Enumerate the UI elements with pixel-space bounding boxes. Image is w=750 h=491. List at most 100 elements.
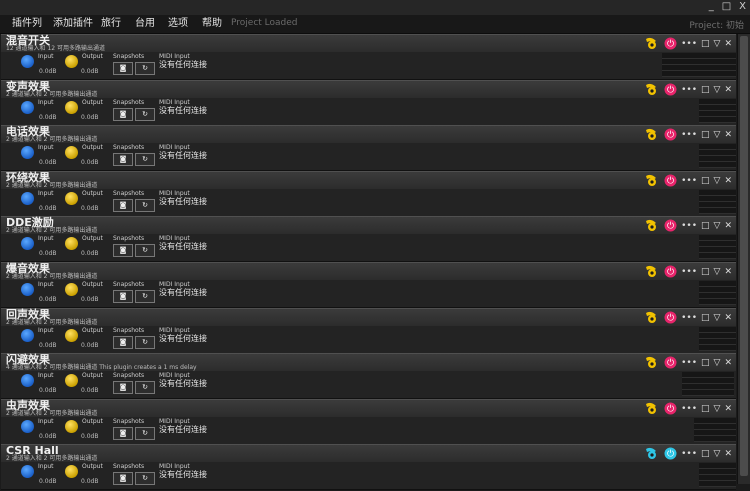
snapshot-camera-button[interactable]: ◙ — [113, 108, 133, 121]
plugin-edit-icon[interactable] — [645, 311, 660, 324]
more-button[interactable]: ••• — [681, 313, 697, 323]
snapshot-recall-button[interactable]: ↻ — [135, 199, 155, 212]
collapse-button[interactable]: ▽ — [714, 404, 721, 414]
more-button[interactable]: ••• — [681, 176, 697, 186]
window-button[interactable]: □ — [701, 404, 710, 414]
window-button[interactable]: □ — [701, 313, 710, 323]
remove-plugin-button[interactable]: ✕ — [724, 358, 732, 368]
snapshot-camera-button[interactable]: ◙ — [113, 153, 133, 166]
snapshot-recall-button[interactable]: ↻ — [135, 336, 155, 349]
more-button[interactable]: ••• — [681, 39, 697, 49]
menu-options[interactable]: 选项 — [168, 18, 188, 30]
remove-plugin-button[interactable]: ✕ — [724, 130, 732, 140]
plugin-edit-icon[interactable] — [645, 174, 660, 187]
power-icon[interactable]: ⏻ — [664, 219, 677, 232]
snapshot-camera-button[interactable]: ◙ — [113, 290, 133, 303]
output-gain-knob[interactable] — [65, 101, 78, 114]
window-button[interactable]: □ — [701, 267, 710, 277]
snapshot-camera-button[interactable]: ◙ — [113, 62, 133, 75]
power-icon[interactable]: ⏻ — [664, 311, 677, 324]
snapshot-camera-button[interactable]: ◙ — [113, 244, 133, 257]
plugin-edit-icon[interactable] — [645, 356, 660, 369]
collapse-button[interactable]: ▽ — [714, 85, 721, 95]
output-gain-knob[interactable] — [65, 283, 78, 296]
output-gain-knob[interactable] — [65, 192, 78, 205]
power-icon[interactable]: ⏻ — [664, 447, 677, 460]
collapse-button[interactable]: ▽ — [714, 130, 721, 140]
input-gain-knob[interactable] — [21, 374, 34, 387]
more-button[interactable]: ••• — [681, 221, 697, 231]
plugin-edit-icon[interactable] — [645, 83, 660, 96]
snapshot-recall-button[interactable]: ↻ — [135, 62, 155, 75]
snapshot-recall-button[interactable]: ↻ — [135, 153, 155, 166]
output-gain-knob[interactable] — [65, 465, 78, 478]
output-gain-knob[interactable] — [65, 237, 78, 250]
snapshot-recall-button[interactable]: ↻ — [135, 108, 155, 121]
input-gain-knob[interactable] — [21, 329, 34, 342]
more-button[interactable]: ••• — [681, 449, 697, 459]
power-icon[interactable]: ⏻ — [664, 37, 677, 50]
snapshot-recall-button[interactable]: ↻ — [135, 290, 155, 303]
more-button[interactable]: ••• — [681, 130, 697, 140]
collapse-button[interactable]: ▽ — [714, 221, 721, 231]
input-gain-knob[interactable] — [21, 146, 34, 159]
snapshot-camera-button[interactable]: ◙ — [113, 336, 133, 349]
menu-add-plugin[interactable]: 添加插件 — [53, 18, 93, 30]
plugin-edit-icon[interactable] — [645, 402, 660, 415]
power-icon[interactable]: ⏻ — [664, 83, 677, 96]
snapshot-recall-button[interactable]: ↻ — [135, 472, 155, 485]
input-gain-knob[interactable] — [21, 192, 34, 205]
plugin-edit-icon[interactable] — [645, 37, 660, 50]
output-gain-knob[interactable] — [65, 374, 78, 387]
plugin-edit-icon[interactable] — [645, 265, 660, 278]
snapshot-camera-button[interactable]: ◙ — [113, 199, 133, 212]
input-gain-knob[interactable] — [21, 283, 34, 296]
remove-plugin-button[interactable]: ✕ — [724, 404, 732, 414]
plugin-edit-icon[interactable] — [645, 219, 660, 232]
menu-plugin-list[interactable]: 插件列 — [12, 18, 42, 30]
window-button[interactable]: □ — [701, 176, 710, 186]
window-button[interactable]: □ — [701, 358, 710, 368]
more-button[interactable]: ••• — [681, 267, 697, 277]
output-gain-knob[interactable] — [65, 420, 78, 433]
collapse-button[interactable]: ▽ — [714, 267, 721, 277]
collapse-button[interactable]: ▽ — [714, 176, 721, 186]
power-icon[interactable]: ⏻ — [664, 174, 677, 187]
output-gain-knob[interactable] — [65, 55, 78, 68]
minimize-button[interactable]: _ — [709, 1, 714, 13]
window-button[interactable]: □ — [701, 449, 710, 459]
output-gain-knob[interactable] — [65, 329, 78, 342]
menu-platform[interactable]: 台用 — [135, 18, 155, 30]
remove-plugin-button[interactable]: ✕ — [724, 313, 732, 323]
collapse-button[interactable]: ▽ — [714, 313, 721, 323]
remove-plugin-button[interactable]: ✕ — [724, 39, 732, 49]
window-button[interactable]: □ — [701, 221, 710, 231]
scroll-thumb[interactable] — [740, 36, 748, 476]
power-icon[interactable]: ⏻ — [664, 265, 677, 278]
remove-plugin-button[interactable]: ✕ — [724, 267, 732, 277]
window-button[interactable]: □ — [701, 85, 710, 95]
snapshot-camera-button[interactable]: ◙ — [113, 472, 133, 485]
input-gain-knob[interactable] — [21, 101, 34, 114]
rack-scrollbar[interactable] — [737, 34, 750, 484]
power-icon[interactable]: ⏻ — [664, 356, 677, 369]
maximize-button[interactable]: □ — [722, 1, 731, 13]
input-gain-knob[interactable] — [21, 237, 34, 250]
remove-plugin-button[interactable]: ✕ — [724, 449, 732, 459]
window-button[interactable]: □ — [701, 39, 710, 49]
power-icon[interactable]: ⏻ — [664, 128, 677, 141]
output-gain-knob[interactable] — [65, 146, 78, 159]
collapse-button[interactable]: ▽ — [714, 39, 721, 49]
snapshot-camera-button[interactable]: ◙ — [113, 427, 133, 440]
input-gain-knob[interactable] — [21, 465, 34, 478]
snapshot-recall-button[interactable]: ↻ — [135, 381, 155, 394]
more-button[interactable]: ••• — [681, 404, 697, 414]
input-gain-knob[interactable] — [21, 420, 34, 433]
remove-plugin-button[interactable]: ✕ — [724, 85, 732, 95]
more-button[interactable]: ••• — [681, 358, 697, 368]
remove-plugin-button[interactable]: ✕ — [724, 176, 732, 186]
menu-help[interactable]: 帮助 — [202, 18, 222, 30]
plugin-edit-icon[interactable] — [645, 447, 660, 460]
snapshot-recall-button[interactable]: ↻ — [135, 427, 155, 440]
collapse-button[interactable]: ▽ — [714, 358, 721, 368]
